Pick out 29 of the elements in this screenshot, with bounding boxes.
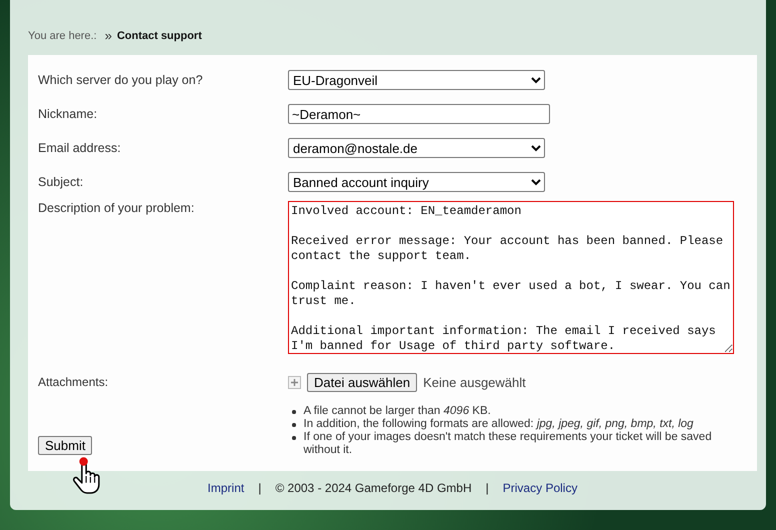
- rule-text: In addition, the following formats are allowed: jpg, jpeg, gif, png, bmp, txt, log: [304, 418, 694, 431]
- plus-icon[interactable]: [288, 376, 301, 388]
- breadcrumb-separator: »: [104, 28, 112, 43]
- field-label: Email address:: [38, 141, 122, 155]
- bullet-icon: [292, 423, 296, 426]
- dropdown-field[interactable]: EU-Dragonveil: [288, 70, 545, 90]
- footer-separator: |: [486, 481, 489, 495]
- submit-button[interactable]: Submit: [38, 436, 92, 455]
- dropdown-field[interactable]: Banned account inquiry: [288, 172, 545, 192]
- field-label: Attachments:: [38, 375, 110, 389]
- footer-separator: |: [258, 481, 262, 495]
- footer-link[interactable]: Imprint: [208, 481, 244, 495]
- breadcrumb-label: You are here.:: [28, 30, 97, 42]
- field-label: Subject:: [38, 175, 84, 189]
- field-label: Description of your problem:: [38, 201, 196, 215]
- bullet-icon: [292, 410, 296, 414]
- field-label: Which server do you play on?: [38, 73, 204, 87]
- rule-text: If one of your images doesn't match these requirements your ticket will be saved without it.: [304, 431, 713, 457]
- rule-text: A file cannot be larger than 4096 KB.: [304, 405, 491, 418]
- footer-link[interactable]: Privacy Policy: [502, 481, 578, 495]
- breadcrumb-current: Contact support: [116, 30, 202, 42]
- choose-file-button[interactable]: Datei auswählen: [307, 372, 418, 392]
- dropdown-field[interactable]: deramon@nostale.de: [288, 138, 545, 158]
- bullet-icon: [292, 436, 296, 440]
- copyright-text: © 2003 - 2024 Gameforge 4D GmbH: [275, 481, 472, 495]
- file-status-text: Keine ausgewählt: [423, 374, 526, 390]
- field-label: Nickname:: [38, 107, 98, 121]
- description-textarea[interactable]: Involved account: EN_teamderamon Received error message: Your account has been banned. Please contact the support team. Complaint reason: I haven't ever used a bot, I swear. You can trust me. Additional important information: The email I received says I'm banned for Usage of third party software.: [288, 201, 734, 354]
- nickname-input[interactable]: ~Deramon~: [288, 104, 550, 124]
